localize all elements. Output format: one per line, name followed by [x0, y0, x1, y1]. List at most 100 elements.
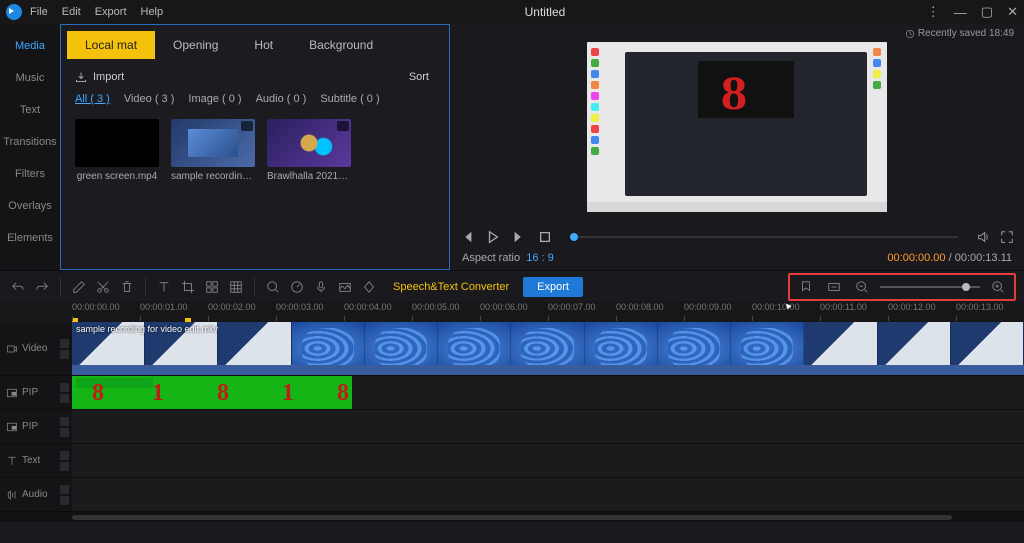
mouse-cursor	[783, 300, 793, 314]
tick: 00:00:13.00	[956, 302, 1024, 322]
close-icon[interactable]: ✕	[1007, 4, 1018, 20]
track-label: Audio	[22, 489, 48, 500]
sidetab-filters[interactable]: Filters	[0, 158, 60, 190]
screenshot-icon[interactable]	[335, 277, 355, 297]
media-badge-icon	[145, 121, 157, 131]
timeline-scrollbar[interactable]	[0, 512, 1024, 522]
crop-icon[interactable]	[178, 277, 198, 297]
fit-icon[interactable]	[824, 277, 844, 297]
mptab-local[interactable]: Local mat	[67, 31, 155, 59]
prev-frame-icon[interactable]	[460, 230, 474, 244]
filter-video[interactable]: Video ( 3 )	[124, 93, 175, 105]
menu-file[interactable]: File	[30, 6, 48, 18]
video-clip[interactable]: sample recording for video edit.mkv	[72, 322, 1024, 375]
sidetab-elements[interactable]: Elements	[0, 222, 60, 254]
maximize-icon[interactable]: ▢	[981, 4, 993, 20]
mptab-background[interactable]: Background	[291, 31, 391, 59]
marker-icon[interactable]	[796, 277, 816, 297]
edit-icon[interactable]	[69, 277, 89, 297]
stop-icon[interactable]	[538, 230, 552, 244]
sort-label: Sort	[409, 71, 429, 83]
play-icon[interactable]	[486, 230, 500, 244]
text-tool-icon[interactable]	[154, 277, 174, 297]
menu-edit[interactable]: Edit	[62, 6, 81, 18]
sidetab-overlays[interactable]: Overlays	[0, 190, 60, 222]
filter-image[interactable]: Image ( 0 )	[188, 93, 241, 105]
tick: 00:00:03.00	[276, 302, 344, 322]
preview-video[interactable]: 8	[587, 42, 887, 212]
document-title: Untitled	[163, 5, 927, 19]
zoom-slider[interactable]	[880, 286, 980, 288]
cut-icon[interactable]	[93, 277, 113, 297]
minimize-icon[interactable]: —	[954, 5, 967, 20]
eye-icon[interactable]	[60, 394, 69, 403]
eye-icon[interactable]	[60, 462, 69, 471]
delete-icon[interactable]	[117, 277, 137, 297]
zoom-out-icon[interactable]	[852, 277, 872, 297]
keyframe-icon[interactable]	[359, 277, 379, 297]
pip-clip[interactable]: green screen.mp4 8 1 8 1 8	[72, 376, 352, 409]
sidetab-music[interactable]: Music	[0, 62, 60, 94]
lock-icon[interactable]	[60, 383, 69, 392]
thumb-label: green screen.mp4	[75, 171, 159, 182]
tick: 00:00:01.00	[140, 302, 208, 322]
filter-all[interactable]: All ( 3 )	[75, 93, 110, 105]
media-badge-icon	[241, 121, 253, 131]
undo-icon[interactable]	[8, 277, 28, 297]
speed-icon[interactable]	[287, 277, 307, 297]
more-icon[interactable]: ⋮	[927, 4, 940, 20]
redo-icon[interactable]	[32, 277, 52, 297]
zoom-in-icon[interactable]	[988, 277, 1008, 297]
fullscreen-icon[interactable]	[1000, 230, 1014, 244]
preview-controls	[458, 224, 1016, 250]
mosaic-icon[interactable]	[202, 277, 222, 297]
mptab-hot[interactable]: Hot	[236, 31, 291, 59]
time-label: 00:00:00.00 / 00:00:13.11	[887, 252, 1012, 264]
mptab-opening[interactable]: Opening	[155, 31, 236, 59]
sort-button[interactable]: Sort	[409, 71, 435, 83]
tick: 00:00:12.00	[888, 302, 956, 322]
tick: 00:00:00.00	[72, 302, 140, 322]
eye-icon[interactable]	[60, 428, 69, 437]
lock-icon[interactable]	[60, 451, 69, 460]
clip-label: sample recording for video edit.mkv	[76, 324, 218, 334]
text-icon	[6, 455, 18, 467]
zoom-icon[interactable]	[263, 277, 283, 297]
timeline-ruler[interactable]: 00:00:00.00 00:00:01.00 00:00:02.00 00:0…	[0, 302, 1024, 322]
preview-scrubber[interactable]	[570, 236, 958, 238]
sidetab-transitions[interactable]: Transitions	[0, 126, 60, 158]
media-thumb-1[interactable]: green screen.mp4	[75, 119, 159, 182]
lock-icon[interactable]	[60, 339, 69, 348]
tick: 00:00:02.00	[208, 302, 276, 322]
next-frame-icon[interactable]	[512, 230, 526, 244]
mic-icon[interactable]	[311, 277, 331, 297]
track-label: PIP	[22, 421, 38, 432]
volume-icon[interactable]	[976, 230, 990, 244]
track-label: PIP	[22, 387, 38, 398]
timeline: 00:00:00.00 00:00:01.00 00:00:02.00 00:0…	[0, 302, 1024, 522]
import-button[interactable]: Import	[75, 71, 124, 83]
filter-subtitle[interactable]: Subtitle ( 0 )	[320, 93, 379, 105]
track-label: Text	[22, 455, 40, 466]
sidetab-text[interactable]: Text	[0, 94, 60, 126]
export-button[interactable]: Export	[523, 277, 583, 297]
media-thumb-2[interactable]: sample recording for...	[171, 119, 255, 182]
menu-export[interactable]: Export	[95, 6, 127, 18]
aspect-ratio-label[interactable]: Aspect ratio 16 : 9	[462, 252, 554, 264]
clock-icon	[905, 29, 915, 39]
app-icon	[6, 4, 22, 20]
eye-icon[interactable]	[60, 350, 69, 359]
filter-audio[interactable]: Audio ( 0 )	[256, 93, 307, 105]
tick: 00:00:07.00	[548, 302, 616, 322]
lock-icon[interactable]	[60, 417, 69, 426]
grid-icon[interactable]	[226, 277, 246, 297]
eye-icon[interactable]	[60, 496, 69, 505]
media-thumb-3[interactable]: Brawlhalla 2021-12-...	[267, 119, 351, 182]
menu-help[interactable]: Help	[141, 6, 164, 18]
sidetab-media[interactable]: Media	[0, 30, 60, 62]
main-menu: File Edit Export Help	[30, 6, 163, 18]
speech-converter-button[interactable]: Speech&Text Converter	[393, 281, 509, 293]
lock-icon[interactable]	[60, 485, 69, 494]
tick: 00:00:08.00	[616, 302, 684, 322]
window-controls: ⋮ — ▢ ✕	[927, 4, 1018, 20]
